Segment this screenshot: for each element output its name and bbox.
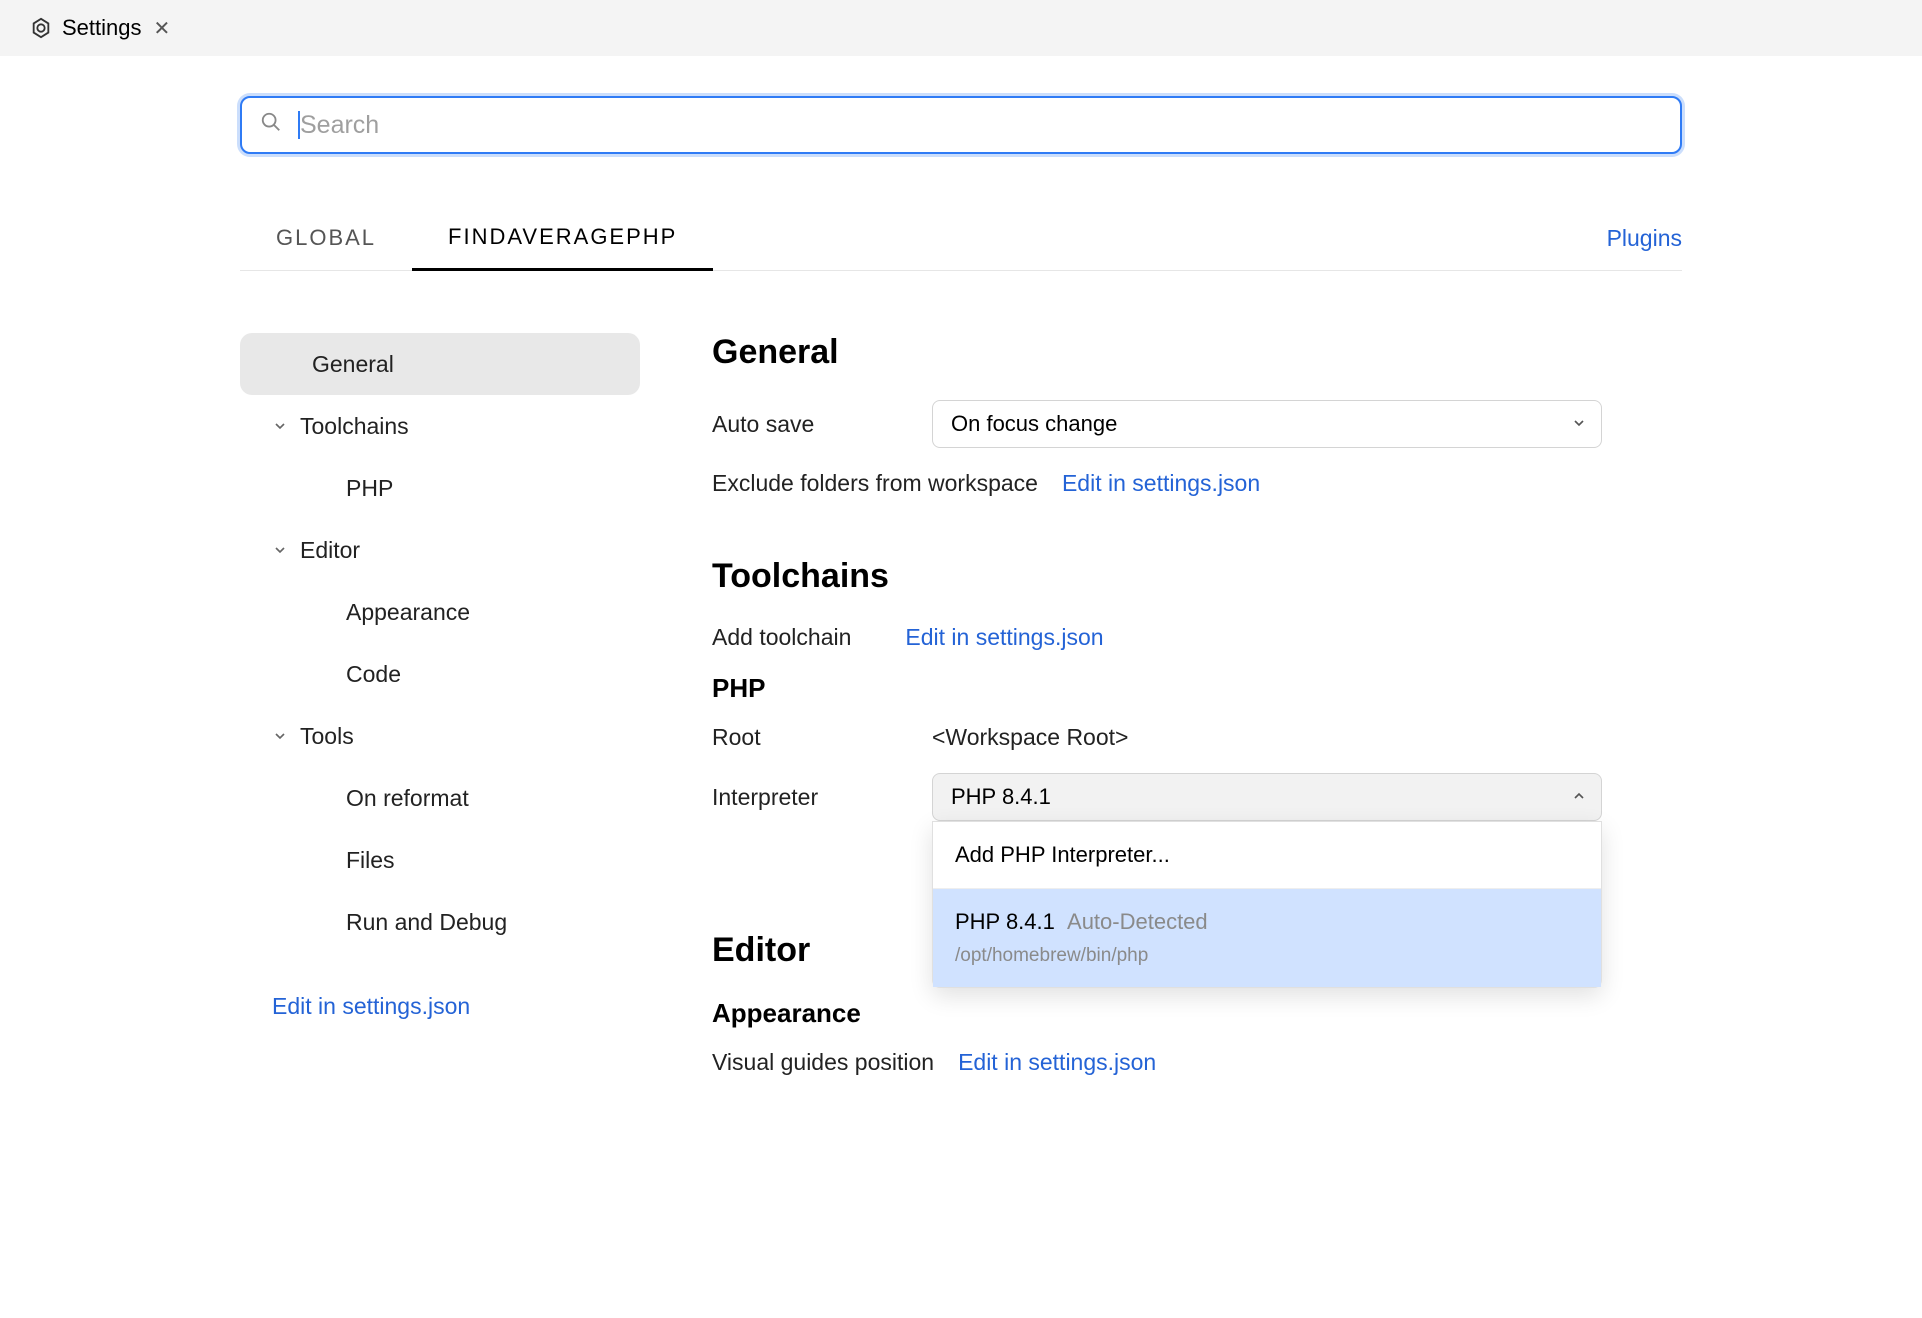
sidebar-item-label: General [312,351,394,378]
row-visual-guides: Visual guides position Edit in settings.… [712,1049,1682,1076]
sidebar-item-on-reformat[interactable]: On reformat [240,767,640,829]
select-interpreter[interactable]: PHP 8.4.1 [932,773,1602,821]
sidebar-item-run-debug[interactable]: Run and Debug [240,891,640,953]
content: General Toolchains PHP Editor Appearance… [240,333,1682,1136]
plugins-link[interactable]: Plugins [1607,211,1682,270]
scope-tab-row: Global findAveragePHP Plugins [240,210,1682,271]
interpreter-dropdown: PHP 8.4.1 Add PHP Interpreter... PHP 8.4… [932,773,1602,821]
gear-icon [30,17,52,39]
search-input[interactable] [240,96,1682,154]
label-root: Root [712,724,932,751]
tab-global[interactable]: Global [240,211,412,269]
sidebar-item-files[interactable]: Files [240,829,640,891]
sidebar-item-general[interactable]: General [240,333,640,395]
sidebar-item-label: On reformat [346,785,469,812]
tab-settings[interactable]: Settings ✕ [18,9,182,47]
row-auto-save: Auto save On focus change [712,400,1682,448]
heading-appearance: Appearance [712,998,1682,1029]
value-root: <Workspace Root> [932,724,1128,751]
heading-general: General [712,333,1682,372]
dropdown-item-php[interactable]: PHP 8.4.1 Auto-Detected /opt/homebrew/bi… [933,889,1601,987]
chevron-down-icon [1571,411,1587,437]
tab-project[interactable]: findAveragePHP [412,210,713,271]
chevron-up-icon [1571,784,1587,810]
select-value: PHP 8.4.1 [951,784,1051,810]
dropdown-menu: Add PHP Interpreter... PHP 8.4.1 Auto-De… [932,821,1602,988]
sidebar-edit-link[interactable]: Edit in settings.json [272,993,470,1020]
sidebar-item-toolchains[interactable]: Toolchains [240,395,640,457]
select-auto-save[interactable]: On focus change [932,400,1602,448]
sidebar-item-php[interactable]: PHP [240,457,640,519]
label-auto-save: Auto save [712,411,932,438]
dropdown-item-name: PHP 8.4.1 [955,909,1055,934]
dropdown-item-path: /opt/homebrew/bin/php [955,945,1579,967]
label-exclude-folders: Exclude folders from workspace [712,470,1038,497]
tab-label: Settings [62,15,142,41]
label-interpreter: Interpreter [712,784,932,811]
heading-toolchains: Toolchains [712,557,1682,596]
search-wrap [240,96,1682,154]
sidebar-item-tools[interactable]: Tools [240,705,640,767]
dropdown-item-suffix: Auto-Detected [1067,909,1208,934]
section-general: General Auto save On focus change Exclud… [712,333,1682,497]
chevron-down-icon [272,418,288,434]
sidebar-item-appearance[interactable]: Appearance [240,581,640,643]
row-root: Root <Workspace Root> [712,724,1682,751]
sidebar-item-editor[interactable]: Editor [240,519,640,581]
main: General Auto save On focus change Exclud… [640,333,1682,1136]
row-exclude-folders: Exclude folders from workspace Edit in s… [712,470,1682,497]
sidebar-item-label: Appearance [346,599,470,626]
label-visual-guides: Visual guides position [712,1049,934,1076]
text-caret [298,111,300,139]
sidebar-item-label: Editor [300,537,360,564]
row-add-toolchain: Add toolchain Edit in settings.json [712,624,1682,651]
heading-php: PHP [712,673,1682,704]
chevron-down-icon [272,542,288,558]
row-interpreter: Interpreter PHP 8.4.1 Add PHP Interprete… [712,773,1682,821]
chevron-down-icon [272,728,288,744]
page-body: Global findAveragePHP Plugins General To… [0,56,1922,1136]
sidebar-item-label: Code [346,661,401,688]
sidebar-item-label: PHP [346,475,393,502]
label-add-toolchain: Add toolchain [712,624,851,651]
link-visual-guides[interactable]: Edit in settings.json [958,1049,1156,1076]
sidebar-item-label: Run and Debug [346,909,507,936]
sidebar-item-code[interactable]: Code [240,643,640,705]
sidebar-item-label: Toolchains [300,413,409,440]
sidebar-item-label: Files [346,847,395,874]
dropdown-item-add[interactable]: Add PHP Interpreter... [933,822,1601,889]
section-toolchains: Toolchains Add toolchain Edit in setting… [712,557,1682,821]
sidebar: General Toolchains PHP Editor Appearance… [240,333,640,1136]
sidebar-item-label: Tools [300,723,354,750]
tab-bar: Settings ✕ [0,0,1922,56]
link-exclude-edit[interactable]: Edit in settings.json [1062,470,1260,497]
close-icon[interactable]: ✕ [154,16,171,41]
search-icon [260,111,282,139]
link-add-toolchain[interactable]: Edit in settings.json [905,624,1103,651]
select-value: On focus change [951,411,1117,437]
